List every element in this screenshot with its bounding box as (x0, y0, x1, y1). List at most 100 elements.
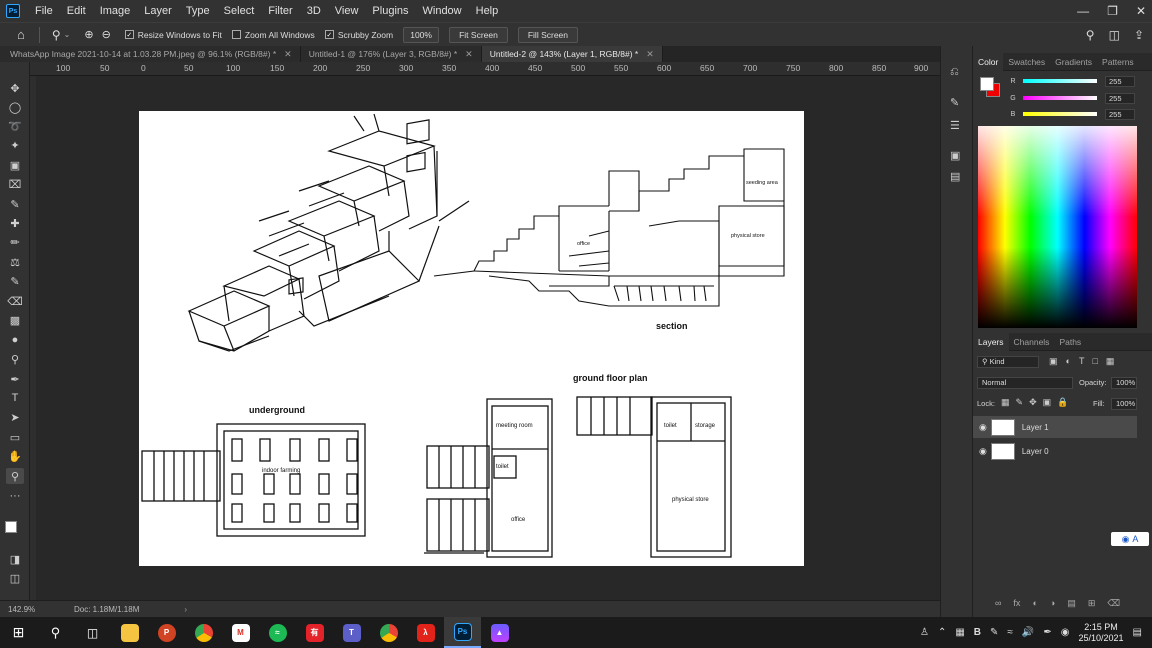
windows-start-icon[interactable]: ⊞ (0, 617, 37, 648)
menu-3d[interactable]: 3D (300, 0, 328, 22)
youdao-icon[interactable]: 有 (296, 617, 333, 648)
zoom-level[interactable]: 142.9% (8, 605, 68, 614)
maximize-icon[interactable]: ❐ (1107, 4, 1118, 18)
marquee-tool-icon[interactable]: ◯ (6, 99, 24, 115)
tab-gradients[interactable]: Gradients (1050, 53, 1097, 71)
brush-tool-icon[interactable]: ✏ (6, 234, 24, 250)
fit-screen-button[interactable]: Fit Screen (449, 26, 508, 43)
magic-wand-icon[interactable]: ✦ (6, 137, 24, 153)
tab-swatches[interactable]: Swatches (1003, 53, 1050, 71)
red-value[interactable]: 255 (1105, 75, 1135, 87)
layer-row[interactable]: ◉ Layer 1 (973, 416, 1137, 438)
filter-smart-icon[interactable]: ▦ (1106, 356, 1115, 367)
green-slider[interactable] (1023, 96, 1097, 100)
scrubby-zoom-checkbox[interactable]: ✓ Scrubby Zoom (324, 30, 393, 40)
menu-plugins[interactable]: Plugins (365, 0, 415, 22)
eyedropper-icon[interactable]: ✎ (6, 196, 24, 212)
menu-select[interactable]: Select (217, 0, 262, 22)
foreground-color-swatch[interactable] (980, 77, 994, 91)
blend-mode-select[interactable]: Normal (977, 377, 1073, 389)
brush-settings-icon[interactable]: ✎ (950, 96, 959, 109)
gradient-tool-icon[interactable]: ▩ (6, 312, 24, 328)
home-icon[interactable]: ⌂ (17, 27, 25, 42)
layer-row[interactable]: ◉ Layer 0 (973, 440, 1137, 462)
search-icon[interactable]: ⚲ (37, 617, 74, 648)
pen-tool-icon[interactable]: ✒ (6, 371, 24, 387)
wifi-icon[interactable]: ≈ (1007, 627, 1013, 638)
layer-name[interactable]: Layer 1 (1022, 423, 1049, 432)
hand-tool-icon[interactable]: ✋ (6, 448, 24, 464)
close-icon[interactable]: ✕ (646, 49, 654, 60)
tab-whatsapp-image[interactable]: WhatsApp Image 2021-10-14 at 1.03.28 PM.… (0, 46, 301, 62)
green-value[interactable]: 255 (1105, 92, 1135, 104)
filter-adjust-icon[interactable]: ◐ (1066, 356, 1071, 367)
share-icon[interactable]: ⇪ (1134, 28, 1144, 42)
close-icon[interactable]: ✕ (1136, 4, 1146, 18)
tray-app-icon[interactable]: ▦ (955, 627, 964, 638)
menu-file[interactable]: File (28, 0, 60, 22)
healing-brush-icon[interactable]: ✚ (6, 215, 24, 231)
volume-icon[interactable]: 🔊 (1022, 627, 1034, 638)
chrome-icon[interactable] (185, 617, 222, 648)
task-view-icon[interactable]: ◫ (74, 617, 111, 648)
dodge-tool-icon[interactable]: ⚲ (6, 351, 24, 367)
bold-icon[interactable]: B (974, 627, 981, 638)
ink-icon[interactable]: ✒ (1043, 627, 1051, 638)
zoom-in-icon[interactable]: ⊕ (84, 28, 93, 41)
tab-channels[interactable]: Channels (1009, 333, 1055, 351)
teams-icon[interactable]: T (333, 617, 370, 648)
history-brush-icon[interactable]: ✎ (6, 273, 24, 289)
tab-color[interactable]: Color (973, 52, 1004, 71)
clock[interactable]: 2:15 PM 25/10/2021 (1079, 622, 1124, 644)
fill-screen-button[interactable]: Fill Screen (517, 26, 578, 43)
tab-patterns[interactable]: Patterns (1097, 53, 1139, 71)
fill-field[interactable]: 100% (1111, 398, 1137, 410)
menu-image[interactable]: Image (93, 0, 138, 22)
red-slider[interactable] (1023, 79, 1097, 83)
blur-tool-icon[interactable]: ● (6, 332, 24, 348)
lock-position-icon[interactable]: ✥ (1029, 397, 1037, 408)
blue-value[interactable]: 255 (1105, 108, 1135, 120)
photoshop-taskbar-icon[interactable]: Ps (444, 617, 481, 648)
file-explorer-icon[interactable] (111, 617, 148, 648)
eraser-tool-icon[interactable]: ⌫ (6, 293, 24, 309)
fx-icon[interactable]: fx (1013, 598, 1020, 609)
lock-paint-icon[interactable]: ✎ (1016, 397, 1024, 408)
person-icon[interactable]: ♙ (920, 627, 929, 638)
properties-icon[interactable]: ▤ (950, 170, 960, 183)
lock-pixels-icon[interactable]: ▦ (1001, 397, 1010, 408)
lock-all-icon[interactable]: 🔒 (1057, 397, 1068, 408)
lock-artboard-icon[interactable]: ▣ (1043, 397, 1052, 408)
screen-mode-icon[interactable]: ◫ (6, 570, 24, 586)
chevron-up-icon[interactable]: ⌃ (938, 627, 946, 638)
pen-icon[interactable]: ✎ (990, 627, 998, 638)
chrome-profile-icon[interactable] (370, 617, 407, 648)
search-icon[interactable]: ⚲ (1086, 28, 1095, 42)
crop-tool-icon[interactable]: ▣ (6, 157, 24, 173)
layer-name[interactable]: Layer 0 (1022, 447, 1049, 456)
close-icon[interactable]: ✕ (284, 49, 292, 60)
eye-icon[interactable]: ◉ (979, 446, 987, 457)
foreground-color-swatch[interactable] (5, 521, 17, 533)
more-tools-icon[interactable]: ··· (6, 488, 24, 504)
eye-icon[interactable]: ◉ (979, 422, 987, 433)
tab-untitled-1[interactable]: Untitled-1 @ 176% (Layer 3, RGB/8#) * ✕ (300, 46, 482, 62)
menu-help[interactable]: Help (469, 0, 506, 22)
history-icon[interactable]: ⎌ (950, 66, 959, 79)
gmail-icon[interactable]: M (222, 617, 259, 648)
layer-filter-kind[interactable]: ⚲ Kind (977, 356, 1039, 368)
menu-layer[interactable]: Layer (137, 0, 179, 22)
zoom-tool-icon[interactable]: ⚲ (52, 28, 61, 42)
tab-paths[interactable]: Paths (1054, 333, 1086, 351)
mask-icon[interactable]: ◐ (1032, 598, 1037, 609)
blue-slider[interactable] (1023, 112, 1097, 116)
zoom-out-icon[interactable]: ⊖ (102, 28, 111, 41)
quick-mask-icon[interactable]: ◨ (6, 551, 24, 567)
tab-layers[interactable]: Layers (973, 332, 1009, 351)
menu-type[interactable]: Type (179, 0, 217, 22)
acrobat-icon[interactable]: λ (407, 617, 444, 648)
filter-image-icon[interactable]: ▣ (1049, 356, 1058, 367)
spotify-icon[interactable]: ≈ (259, 617, 296, 648)
adjustments-icon[interactable]: ☰ (950, 119, 960, 132)
menu-edit[interactable]: Edit (60, 0, 93, 22)
